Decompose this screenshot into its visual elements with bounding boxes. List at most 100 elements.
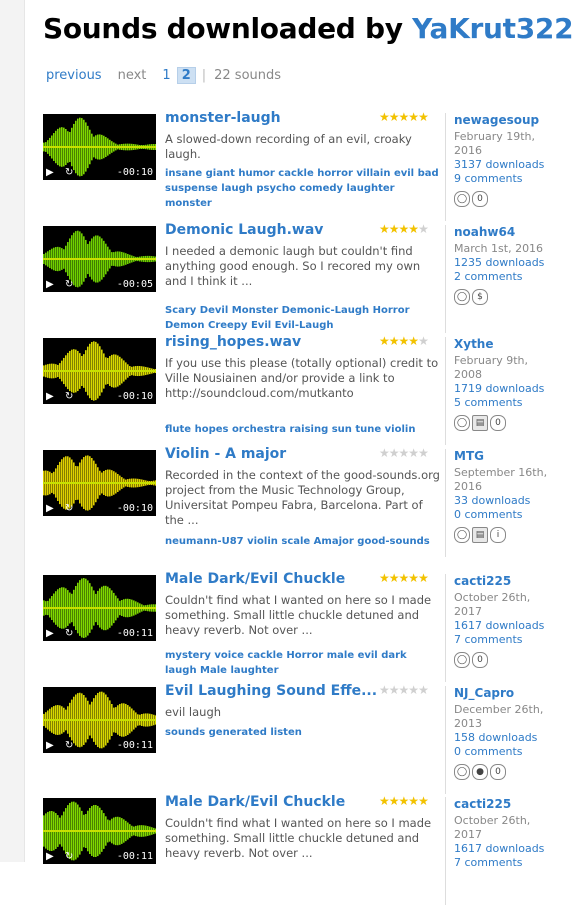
comment-count[interactable]: 0 comments xyxy=(454,508,554,522)
star-icon[interactable]: ★ xyxy=(379,683,390,697)
download-count[interactable]: 1617 downloads xyxy=(454,619,554,633)
star-icon[interactable]: ★ xyxy=(418,334,429,348)
loop-icon[interactable]: ↻ xyxy=(65,740,73,751)
attribution-icon[interactable]: ◯ xyxy=(454,289,470,305)
attribution-icon[interactable]: ◯ xyxy=(454,191,470,207)
zero-icon[interactable]: 0 xyxy=(490,764,506,780)
play-icon[interactable]: ▶ xyxy=(46,851,54,862)
star-icon[interactable]: ★ xyxy=(418,110,429,124)
zero-icon[interactable]: 0 xyxy=(490,415,506,431)
loop-icon[interactable]: ↻ xyxy=(65,279,73,290)
star-icon[interactable]: ★ xyxy=(389,110,400,124)
star-icon[interactable]: ★ xyxy=(399,683,410,697)
waveform-player[interactable]: ▶ ↻ -00:10 xyxy=(43,338,156,404)
loop-icon[interactable]: ↻ xyxy=(65,503,73,514)
download-count[interactable]: 1235 downloads xyxy=(454,256,554,270)
comment-count[interactable]: 2 comments xyxy=(454,270,554,284)
sound-title-link[interactable]: Violin - A major xyxy=(165,446,377,462)
uploader-link[interactable]: MTG xyxy=(454,449,554,463)
comment-count[interactable]: 9 comments xyxy=(454,172,554,186)
star-icon[interactable]: ★ xyxy=(418,571,429,585)
play-icon[interactable]: ▶ xyxy=(46,740,54,751)
star-icon[interactable]: ★ xyxy=(408,110,419,124)
star-icon[interactable]: ★ xyxy=(379,334,390,348)
sound-title-link[interactable]: Evil Laughing Sound Effe... xyxy=(165,683,377,699)
attribution-icon[interactable]: ◯ xyxy=(454,764,470,780)
download-count[interactable]: 158 downloads xyxy=(454,731,554,745)
download-count[interactable]: 1719 downloads xyxy=(454,382,554,396)
play-icon[interactable]: ▶ xyxy=(46,503,54,514)
star-icon[interactable]: ★ xyxy=(408,334,419,348)
pin-icon[interactable]: ● xyxy=(472,764,488,780)
star-icon[interactable]: ★ xyxy=(389,683,400,697)
sound-tags[interactable]: mystery voice cackle Horror male evil da… xyxy=(165,648,440,678)
star-icon[interactable]: ★ xyxy=(399,110,410,124)
sound-tags[interactable]: sounds generated listen xyxy=(165,725,440,740)
star-icon[interactable]: ★ xyxy=(389,222,400,236)
star-icon[interactable]: ★ xyxy=(389,571,400,585)
comment-count[interactable]: 7 comments xyxy=(454,633,554,647)
rating-stars[interactable]: ★★★★★ xyxy=(379,110,429,124)
star-icon[interactable]: ★ xyxy=(418,222,429,236)
attribution-icon[interactable]: ◯ xyxy=(454,652,470,668)
star-icon[interactable]: ★ xyxy=(379,110,390,124)
star-icon[interactable]: ★ xyxy=(418,683,429,697)
rating-stars[interactable]: ★★★★★ xyxy=(379,446,429,460)
noncommercial-icon[interactable]: $ xyxy=(472,289,488,305)
loop-icon[interactable]: ↻ xyxy=(65,167,73,178)
loop-icon[interactable]: ↻ xyxy=(65,391,73,402)
star-icon[interactable]: ★ xyxy=(379,571,390,585)
sound-tags[interactable]: neumann-U87 violin scale Amajor good-sou… xyxy=(165,534,440,549)
uploader-link[interactable]: newagesoup xyxy=(454,113,554,127)
sound-title-link[interactable]: monster-laugh xyxy=(165,110,377,126)
waveform-player[interactable]: ▶ ↻ -00:10 xyxy=(43,114,156,180)
uploader-link[interactable]: NJ_Capro xyxy=(454,686,554,700)
waveform-player[interactable]: ▶ ↻ -00:11 xyxy=(43,687,156,753)
uploader-link[interactable]: cacti225 xyxy=(454,574,554,588)
star-icon[interactable]: ★ xyxy=(408,794,419,808)
sound-title-link[interactable]: Male Dark/Evil Chuckle xyxy=(165,571,377,587)
file-icon[interactable]: ▤ xyxy=(472,415,488,431)
star-icon[interactable]: ★ xyxy=(399,571,410,585)
rating-stars[interactable]: ★★★★★ xyxy=(379,794,429,808)
waveform-player[interactable]: ▶ ↻ -00:10 xyxy=(43,450,156,516)
star-icon[interactable]: ★ xyxy=(399,794,410,808)
sound-tags[interactable]: flute hopes orchestra raising sun tune v… xyxy=(165,422,440,437)
sound-tags[interactable]: insane giant humor cackle horror villain… xyxy=(165,166,440,211)
play-icon[interactable]: ▶ xyxy=(46,167,54,178)
page-1-link[interactable]: 1 xyxy=(162,68,170,83)
star-icon[interactable]: ★ xyxy=(408,446,419,460)
star-icon[interactable]: ★ xyxy=(379,794,390,808)
zero-icon[interactable]: 0 xyxy=(472,652,488,668)
next-link[interactable]: next xyxy=(118,68,147,83)
comment-count[interactable]: 5 comments xyxy=(454,396,554,410)
download-count[interactable]: 3137 downloads xyxy=(454,158,554,172)
star-icon[interactable]: ★ xyxy=(379,222,390,236)
download-count[interactable]: 33 downloads xyxy=(454,494,554,508)
uploader-link[interactable]: Xythe xyxy=(454,337,554,351)
comment-count[interactable]: 0 comments xyxy=(454,745,554,759)
star-icon[interactable]: ★ xyxy=(379,446,390,460)
loop-icon[interactable]: ↻ xyxy=(65,628,73,639)
rating-stars[interactable]: ★★★★★ xyxy=(379,222,429,236)
waveform-player[interactable]: ▶ ↻ -00:11 xyxy=(43,575,156,641)
sound-title-link[interactable]: Male Dark/Evil Chuckle xyxy=(165,794,377,810)
star-icon[interactable]: ★ xyxy=(408,571,419,585)
star-icon[interactable]: ★ xyxy=(418,794,429,808)
sound-tags[interactable]: Scary Devil Monster Demonic-Laugh Horror… xyxy=(165,303,440,333)
comment-count[interactable]: 7 comments xyxy=(454,856,554,870)
star-icon[interactable]: ★ xyxy=(408,683,419,697)
loop-icon[interactable]: ↻ xyxy=(65,851,73,862)
star-icon[interactable]: ★ xyxy=(408,222,419,236)
sound-title-link[interactable]: Demonic Laugh.wav xyxy=(165,222,377,238)
sound-title-link[interactable]: rising_hopes.wav xyxy=(165,334,377,350)
attribution-icon[interactable]: ◯ xyxy=(454,415,470,431)
play-icon[interactable]: ▶ xyxy=(46,279,54,290)
waveform-player[interactable]: ▶ ↻ -00:05 xyxy=(43,226,156,292)
star-icon[interactable]: ★ xyxy=(389,794,400,808)
star-icon[interactable]: ★ xyxy=(389,446,400,460)
star-icon[interactable]: ★ xyxy=(389,334,400,348)
rating-stars[interactable]: ★★★★★ xyxy=(379,334,429,348)
attribution-icon[interactable]: ◯ xyxy=(454,527,470,543)
rating-stars[interactable]: ★★★★★ xyxy=(379,683,429,697)
